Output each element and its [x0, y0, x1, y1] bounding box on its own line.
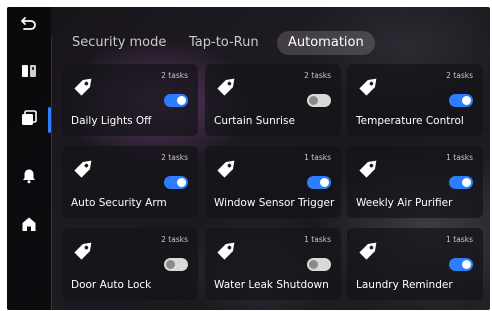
- automation-card[interactable]: 2 tasks Temperature Control: [347, 64, 483, 136]
- task-count: 1 tasks: [446, 235, 473, 244]
- tag-icon: [72, 72, 98, 98]
- toggle-knob: [462, 96, 471, 105]
- tag-icon: [215, 154, 241, 180]
- nav-scenes[interactable]: [7, 104, 51, 136]
- bell-icon: [21, 168, 37, 188]
- scenes-icon: [21, 110, 37, 130]
- tab-automation[interactable]: Automation: [277, 31, 375, 55]
- toggle-knob: [309, 96, 318, 105]
- toggle-knob: [177, 178, 186, 187]
- task-count: 2 tasks: [161, 153, 188, 162]
- toggle-knob: [462, 260, 471, 269]
- home-icon: [21, 216, 37, 236]
- automation-card[interactable]: 2 tasks Daily Lights Off: [62, 64, 198, 136]
- back-button[interactable]: [7, 9, 51, 41]
- automation-card[interactable]: 2 tasks Auto Security Arm: [62, 146, 198, 218]
- automation-name: Daily Lights Off: [71, 115, 152, 127]
- automation-name: Temperature Control: [356, 115, 464, 127]
- automation-card[interactable]: 1 tasks Weekly Air Purifier: [347, 146, 483, 218]
- tag-icon: [357, 236, 383, 262]
- tab-tap-to-run[interactable]: Tap-to-Run: [189, 31, 259, 55]
- task-count: 2 tasks: [161, 235, 188, 244]
- tag-icon: [357, 154, 383, 180]
- automation-name: Water Leak Shutdown: [214, 279, 329, 291]
- task-count: 1 tasks: [304, 235, 331, 244]
- nav-devices[interactable]: [7, 57, 51, 89]
- automation-name: Curtain Sunrise: [214, 115, 295, 127]
- task-count: 2 tasks: [446, 71, 473, 80]
- task-count: 2 tasks: [161, 71, 188, 80]
- sidebar-divider: [51, 37, 52, 310]
- app-screen: Security mode Tap-to-Run Automation 2 ta…: [7, 7, 490, 310]
- automation-card[interactable]: 1 tasks Window Sensor Trigger: [205, 146, 341, 218]
- sidebar: [7, 7, 51, 310]
- toggle-knob: [309, 260, 318, 269]
- tag-icon: [357, 72, 383, 98]
- tag-icon: [72, 236, 98, 262]
- task-count: 2 tasks: [304, 71, 331, 80]
- back-arrow-icon: [20, 15, 38, 35]
- automation-toggle[interactable]: [164, 176, 188, 189]
- nav-alerts[interactable]: [7, 162, 51, 194]
- automation-name: Laundry Reminder: [356, 279, 453, 291]
- tab-security-mode[interactable]: Security mode: [72, 31, 166, 55]
- automation-name: Door Auto Lock: [71, 279, 152, 291]
- automation-name: Auto Security Arm: [71, 197, 167, 209]
- toggle-knob: [462, 178, 471, 187]
- automation-toggle[interactable]: [449, 258, 473, 271]
- automation-toggle[interactable]: [449, 94, 473, 107]
- automation-card[interactable]: 1 tasks Water Leak Shutdown: [205, 228, 341, 300]
- automation-name: Window Sensor Trigger: [214, 197, 335, 209]
- nav-home[interactable]: [7, 210, 51, 242]
- automation-toggle[interactable]: [307, 258, 331, 271]
- automation-card[interactable]: 1 tasks Laundry Reminder: [347, 228, 483, 300]
- task-count: 1 tasks: [304, 153, 331, 162]
- tag-icon: [215, 236, 241, 262]
- task-count: 1 tasks: [446, 153, 473, 162]
- automation-name: Weekly Air Purifier: [356, 197, 453, 209]
- toggle-knob: [166, 260, 175, 269]
- automation-toggle[interactable]: [449, 176, 473, 189]
- automation-toggle[interactable]: [164, 94, 188, 107]
- tag-icon: [72, 154, 98, 180]
- automation-card[interactable]: 2 tasks Curtain Sunrise: [205, 64, 341, 136]
- automation-toggle[interactable]: [164, 258, 188, 271]
- toggle-knob: [177, 96, 186, 105]
- automation-toggle[interactable]: [307, 94, 331, 107]
- automation-toggle[interactable]: [307, 176, 331, 189]
- devices-icon: [21, 63, 37, 83]
- tag-icon: [215, 72, 241, 98]
- automation-card[interactable]: 2 tasks Door Auto Lock: [62, 228, 198, 300]
- toggle-knob: [320, 178, 329, 187]
